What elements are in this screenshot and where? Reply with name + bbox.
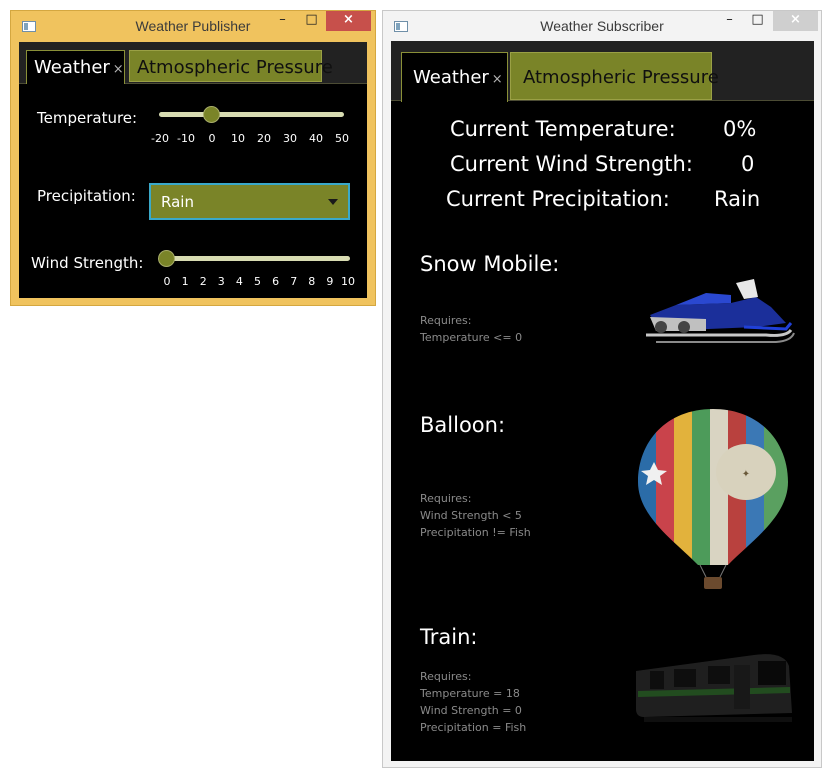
- wind-strength-tick: 9: [326, 275, 334, 288]
- publisher-tabstrip: Weather × Atmospheric Pressure: [19, 42, 367, 84]
- current-precipitation-value: Rain: [714, 187, 761, 211]
- wind-strength-slider-thumb[interactable]: [158, 250, 175, 267]
- temperature-tick: 30: [283, 132, 297, 145]
- snowmobile-image: [646, 279, 795, 343]
- wind-strength-tick: 3: [217, 275, 225, 288]
- temperature-tick: 50: [335, 132, 349, 145]
- tab-weather-label: Weather: [413, 67, 489, 88]
- subscriber-content: Weather × Atmospheric Pressure Current Te…: [391, 41, 814, 761]
- wind-strength-tick: 5: [254, 275, 261, 288]
- wind-strength-tick: 8: [308, 275, 316, 288]
- requires-label: Requires:: [420, 492, 472, 505]
- publisher-content: Weather × Atmospheric Pressure Temperatur…: [19, 42, 367, 298]
- requires-label: Requires:: [420, 314, 472, 327]
- current-wind-label: Current Wind Strength:: [450, 152, 693, 176]
- temperature-tick: 0: [208, 132, 216, 145]
- chevron-down-icon: [328, 199, 338, 205]
- wind-strength-tick: 4: [235, 275, 243, 288]
- maximize-button[interactable]: □: [744, 11, 771, 31]
- train-image: [636, 654, 792, 722]
- wind-strength-tick: 1: [181, 275, 189, 288]
- wind-strength-tick: 2: [199, 275, 207, 288]
- minimize-button[interactable]: –: [716, 11, 743, 31]
- train-title: Train:: [420, 625, 478, 649]
- current-precipitation-label: Current Precipitation:: [446, 187, 670, 211]
- current-temperature-label: Current Temperature:: [450, 117, 676, 141]
- snowmobile-requirements: Requires: Temperature <= 0: [420, 312, 522, 346]
- publisher-titlebar[interactable]: Weather Publisher – □ ×: [11, 11, 375, 41]
- precipitation-dropdown[interactable]: Rain: [149, 183, 350, 220]
- temperature-tick: 10: [231, 132, 245, 145]
- close-button[interactable]: ×: [326, 11, 371, 31]
- weather-publisher-window: Weather Publisher – □ × Weather × Atmosph…: [10, 10, 376, 306]
- tab-atmospheric-pressure[interactable]: Atmospheric Pressure: [510, 52, 719, 100]
- requires-label: Requires:: [420, 670, 472, 683]
- current-temperature-value: 0%: [723, 117, 757, 141]
- subscriber-titlebar[interactable]: Weather Subscriber – □ ×: [383, 11, 821, 41]
- snowmobile-title: Snow Mobile:: [420, 252, 560, 276]
- requirement-line: Precipitation = Fish: [420, 721, 527, 734]
- wind-strength-slider-track[interactable]: [159, 256, 350, 261]
- temperature-slider-track[interactable]: [159, 112, 344, 117]
- requirement-line: Wind Strength = 0: [420, 704, 522, 717]
- tab-atmospheric-pressure[interactable]: Atmospheric Pressure: [129, 50, 333, 82]
- wind-strength-tick: 0: [163, 275, 171, 288]
- tab-weather[interactable]: Weather ×: [401, 52, 508, 102]
- train-requirements: Requires: Temperature = 18 Wind Strength…: [420, 668, 526, 736]
- weather-subscriber-window: Weather Subscriber – □ × Weather × Atmosp…: [382, 10, 822, 768]
- temperature-tick: -20: [151, 132, 169, 145]
- close-button[interactable]: ×: [773, 11, 818, 31]
- wind-strength-label: Wind Strength:: [31, 254, 144, 272]
- balloon-requirements: Requires: Wind Strength < 5 Precipitatio…: [420, 490, 531, 541]
- precipitation-selected-value: Rain: [161, 193, 194, 211]
- temperature-slider-thumb[interactable]: [203, 106, 220, 123]
- temperature-label: Temperature:: [37, 109, 138, 127]
- requirement-line: Precipitation != Fish: [420, 526, 531, 539]
- minimize-button[interactable]: –: [269, 11, 296, 31]
- requirement-line: Temperature <= 0: [420, 331, 523, 344]
- balloon-title: Balloon:: [420, 413, 506, 437]
- temperature-tick: 40: [309, 132, 323, 145]
- wind-strength-tick: 10: [341, 275, 355, 288]
- current-wind-value: 0: [741, 152, 755, 176]
- requirement-line: Temperature = 18: [420, 687, 520, 700]
- tab-close-icon[interactable]: ×: [113, 62, 124, 77]
- tab-close-icon[interactable]: ×: [492, 72, 503, 87]
- requirement-line: Wind Strength < 5: [420, 509, 522, 522]
- temperature-tick: 20: [257, 132, 271, 145]
- balloon-image: ✦: [638, 409, 788, 589]
- subscriber-tabstrip: Weather × Atmospheric Pressure: [391, 41, 814, 102]
- tab-weather-label: Weather: [34, 57, 110, 78]
- svg-text:✦: ✦: [742, 469, 750, 480]
- temperature-tick: -10: [177, 132, 195, 145]
- wind-strength-tick: 6: [272, 275, 280, 288]
- tab-weather[interactable]: Weather ×: [26, 50, 125, 84]
- wind-strength-tick: 7: [290, 275, 298, 288]
- maximize-button[interactable]: □: [298, 11, 325, 31]
- precipitation-label: Precipitation:: [37, 187, 136, 205]
